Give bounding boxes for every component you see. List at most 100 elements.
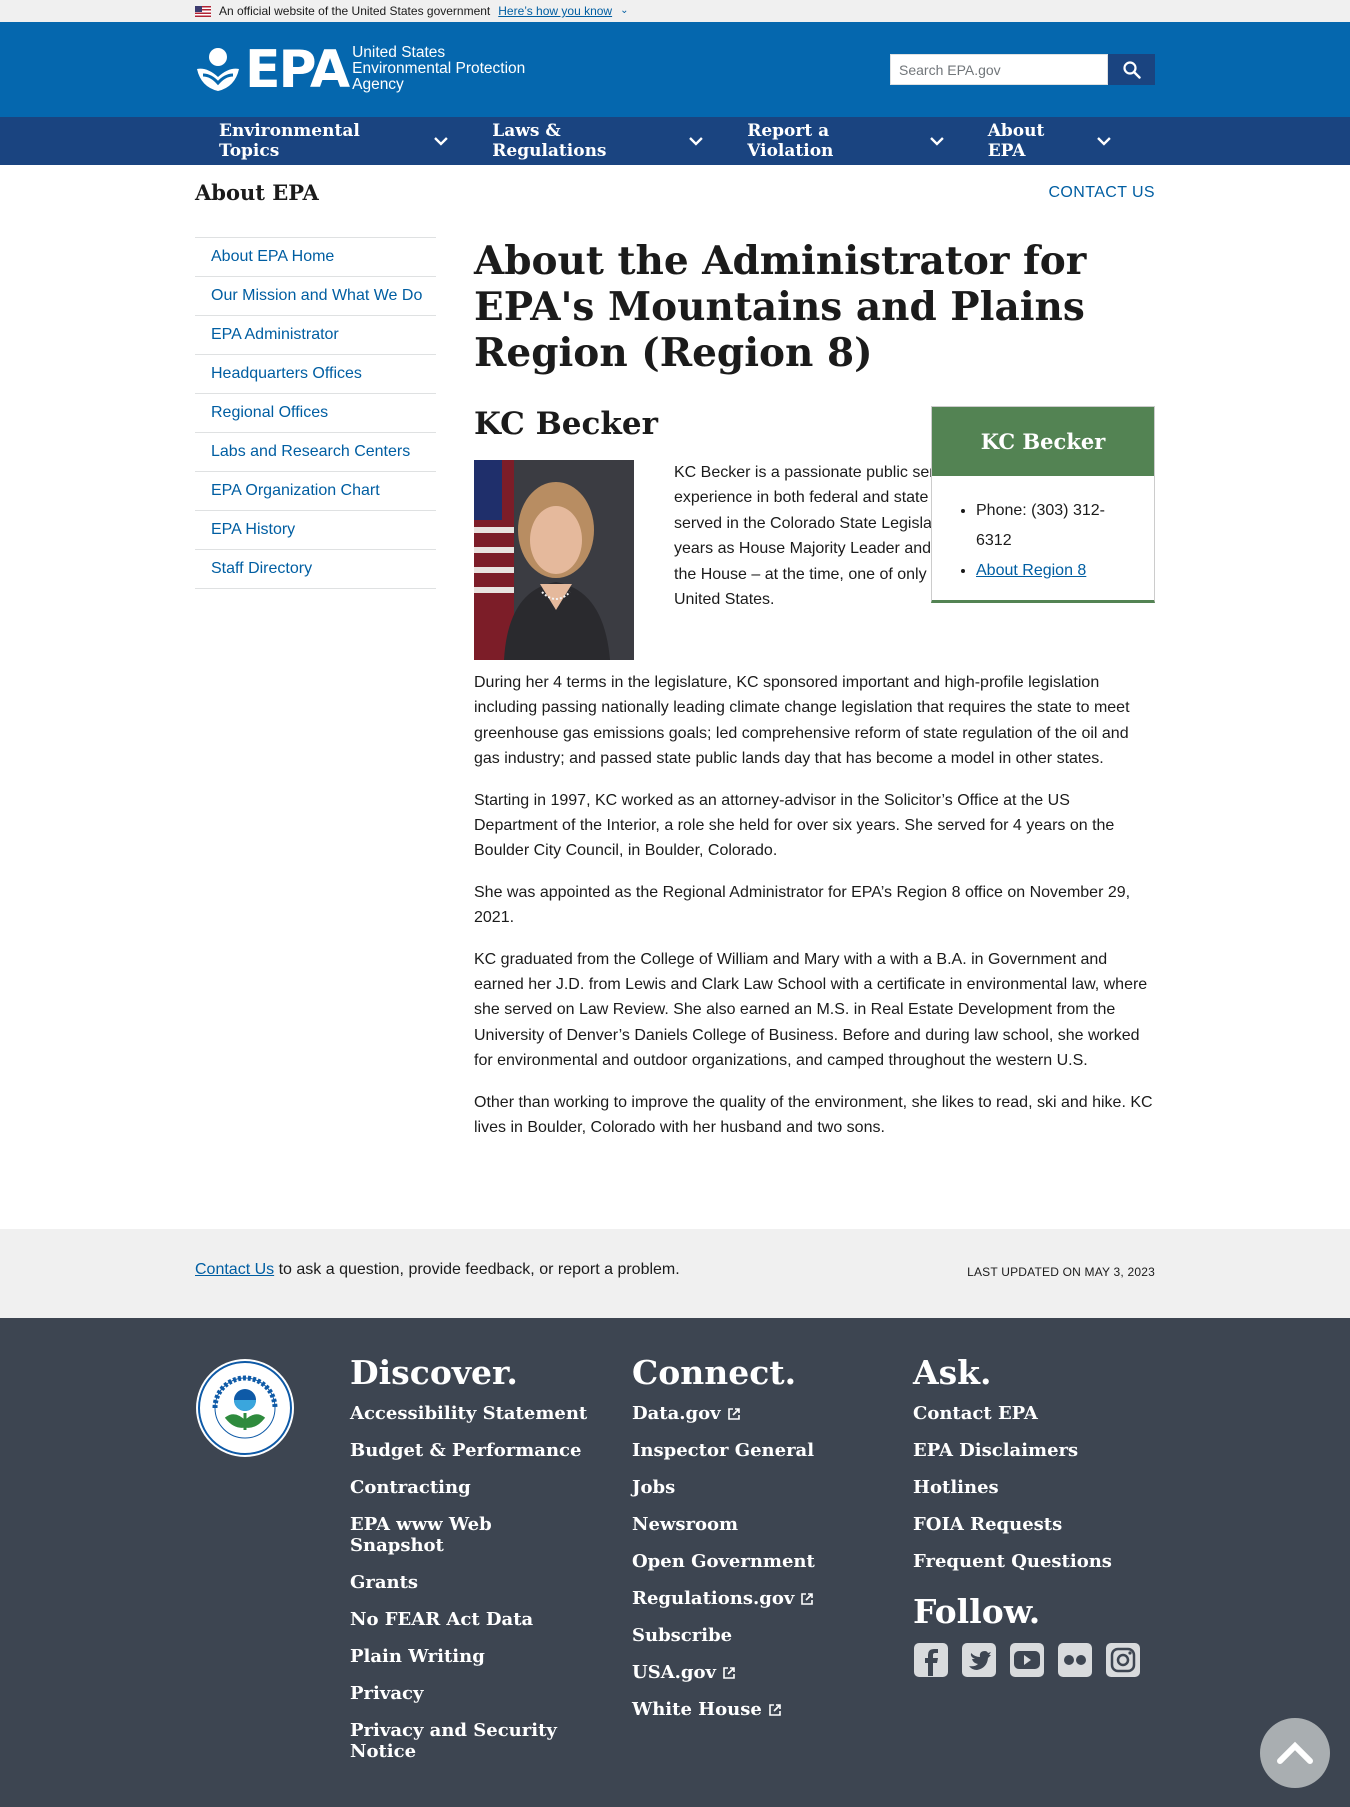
footer-link[interactable]: Newsroom — [632, 1514, 872, 1535]
search-icon — [1122, 60, 1141, 79]
sidenav-item-labs[interactable]: Labs and Research Centers — [195, 433, 436, 472]
bio-paragraph: During her 4 terms in the legislature, K… — [474, 674, 1130, 768]
last-updated: LAST UPDATED ON MAY 3, 2023 — [967, 1265, 1155, 1279]
epa-logo[interactable]: EPA United States Environmental Protecti… — [195, 44, 525, 96]
footer-link[interactable]: EPA www Web Snapshot — [350, 1514, 590, 1556]
region-item: About Region 8 — [976, 556, 1138, 586]
footer-link[interactable]: No FEAR Act Data — [350, 1609, 590, 1630]
chevron-down-icon — [689, 136, 704, 146]
bio-paragraph: Starting in 1997, KC worked as an attorn… — [474, 791, 1115, 860]
footer-link[interactable]: USA.gov — [632, 1662, 872, 1683]
footer-link[interactable]: Contracting — [350, 1477, 590, 1498]
footer-link[interactable]: Contact EPA — [913, 1403, 1153, 1424]
nav-label: About EPA — [987, 121, 1045, 161]
sidenav-item-about-home[interactable]: About EPA Home — [195, 238, 436, 277]
phone-item: Phone: (303) 312-6312 — [976, 496, 1138, 556]
page-title: About the Administrator for EPA's Mounta… — [474, 238, 1087, 376]
footer-link[interactable]: Regulations.gov — [632, 1588, 872, 1609]
facebook-icon[interactable] — [913, 1642, 949, 1683]
footer-link[interactable]: FOIA Requests — [913, 1514, 1153, 1535]
contact-box: KC Becker Phone: (303) 312-6312 About Re… — [931, 406, 1155, 603]
about-region-link[interactable]: About Region 8 — [976, 562, 1086, 579]
search-button[interactable] — [1108, 54, 1155, 85]
sidenav-item-org-chart[interactable]: EPA Organization Chart — [195, 472, 436, 511]
chevron-down-icon — [929, 136, 944, 146]
footer-link[interactable]: Subscribe — [632, 1625, 872, 1646]
search-input[interactable] — [890, 54, 1108, 85]
social-links — [913, 1642, 1153, 1683]
footer-link[interactable]: Budget & Performance — [350, 1440, 590, 1461]
back-to-top-button[interactable] — [1260, 1718, 1330, 1788]
us-flag-icon — [195, 5, 211, 17]
chevron-up-icon — [1277, 1741, 1313, 1764]
bio-paragraph: KC graduated from the College of William… — [474, 950, 1148, 1070]
discover-heading: Discover. — [350, 1353, 518, 1392]
footer-link[interactable]: Frequent Questions — [913, 1551, 1153, 1572]
external-link-icon — [727, 1407, 740, 1420]
footer-ask: Ask. Contact EPA EPA Disclaimers Hotline… — [913, 1353, 1153, 1683]
main-content: About the Administrator for EPA's Mounta… — [474, 237, 1155, 1141]
instagram-icon[interactable] — [1105, 1642, 1141, 1683]
administrator-photo — [474, 460, 634, 660]
youtube-icon[interactable] — [1009, 1642, 1045, 1683]
footer-link[interactable]: Data.gov — [632, 1403, 872, 1424]
footer-link[interactable]: EPA Disclaimers — [913, 1440, 1153, 1461]
epa-wordmark: EPA — [245, 40, 350, 100]
side-nav: About EPA Home Our Mission and What We D… — [195, 237, 436, 1141]
how-you-know-link[interactable]: Here’s how you know — [498, 0, 612, 22]
nav-about-epa[interactable]: About EPA — [988, 121, 1111, 161]
bio-paragraph: She was appointed as the Regional Admini… — [474, 883, 1131, 927]
sidenav-item-regional-offices[interactable]: Regional Offices — [195, 394, 436, 433]
footer-link[interactable]: Open Government — [632, 1551, 872, 1572]
footer-link[interactable]: Plain Writing — [350, 1646, 590, 1667]
sidenav-item-administrator[interactable]: EPA Administrator — [195, 316, 436, 355]
bio-section: KC Becker KC Becker Phone: (303) 312-631… — [474, 406, 1155, 660]
follow-heading: Follow. — [913, 1592, 1041, 1631]
epa-flower-icon — [197, 48, 239, 91]
nav-label: Laws & Regulations — [492, 121, 607, 161]
twitter-icon[interactable] — [961, 1642, 997, 1683]
contact-us-footer-link[interactable]: Contact Us — [195, 1261, 274, 1278]
site-header: EPA United States Environmental Protecti… — [0, 22, 1350, 117]
nav-label: Report a Violation — [747, 121, 834, 161]
chevron-down-icon — [1097, 136, 1111, 146]
footer-link[interactable]: White House — [632, 1699, 872, 1720]
sidenav-item-mission[interactable]: Our Mission and What We Do — [195, 277, 436, 316]
nav-label: Environmental Topics — [219, 121, 360, 161]
nav-laws-regulations[interactable]: Laws & Regulations — [492, 121, 704, 161]
sidenav-item-staff-directory[interactable]: Staff Directory — [195, 550, 436, 589]
epa-seal-icon — [196, 1359, 294, 1457]
external-link-icon — [769, 1703, 781, 1716]
footer-connect: Connect. Data.gov Inspector General Jobs… — [632, 1353, 872, 1736]
nav-report-violation[interactable]: Report a Violation — [747, 121, 944, 161]
search-form — [890, 54, 1155, 85]
contact-box-title: KC Becker — [932, 407, 1154, 476]
main-nav: Environmental Topics Laws & Regulations … — [0, 117, 1350, 165]
official-site-text: An official website of the United States… — [219, 4, 491, 18]
footer-link[interactable]: Privacy — [350, 1683, 590, 1704]
chevron-down-icon[interactable]: ⌄ — [620, 0, 628, 22]
bio-paragraph: Other than working to improve the qualit… — [474, 1093, 1153, 1137]
contact-bar: Contact Us to ask a question, provide fe… — [0, 1229, 1350, 1318]
contact-us-link[interactable]: CONTACT US — [1048, 184, 1155, 202]
sidenav-item-history[interactable]: EPA History — [195, 511, 436, 550]
agency-name: United States Environmental Protection A… — [352, 44, 526, 93]
nav-environmental-topics[interactable]: Environmental Topics — [219, 121, 449, 161]
external-link-icon — [723, 1666, 735, 1679]
ask-heading: Ask. — [913, 1353, 992, 1392]
footer-link[interactable]: Inspector General — [632, 1440, 872, 1461]
footer-link[interactable]: Grants — [350, 1572, 590, 1593]
main-body: About EPA Home Our Mission and What We D… — [195, 237, 1155, 1141]
sidenav-item-hq-offices[interactable]: Headquarters Offices — [195, 355, 436, 394]
site-footer: Discover. Accessibility Statement Budget… — [0, 1318, 1350, 1807]
footer-link[interactable]: Accessibility Statement — [350, 1403, 590, 1424]
gov-banner: An official website of the United States… — [0, 0, 1350, 22]
external-link-icon — [801, 1592, 814, 1605]
contact-bar-text: Contact Us to ask a question, provide fe… — [195, 1261, 680, 1278]
footer-discover: Discover. Accessibility Statement Budget… — [350, 1353, 590, 1778]
footer-link[interactable]: Hotlines — [913, 1477, 1153, 1498]
footer-link[interactable]: Jobs — [632, 1477, 872, 1498]
flickr-icon[interactable] — [1057, 1642, 1093, 1683]
footer-link[interactable]: Privacy and Security Notice — [350, 1720, 590, 1762]
section-title: About EPA — [195, 180, 319, 205]
